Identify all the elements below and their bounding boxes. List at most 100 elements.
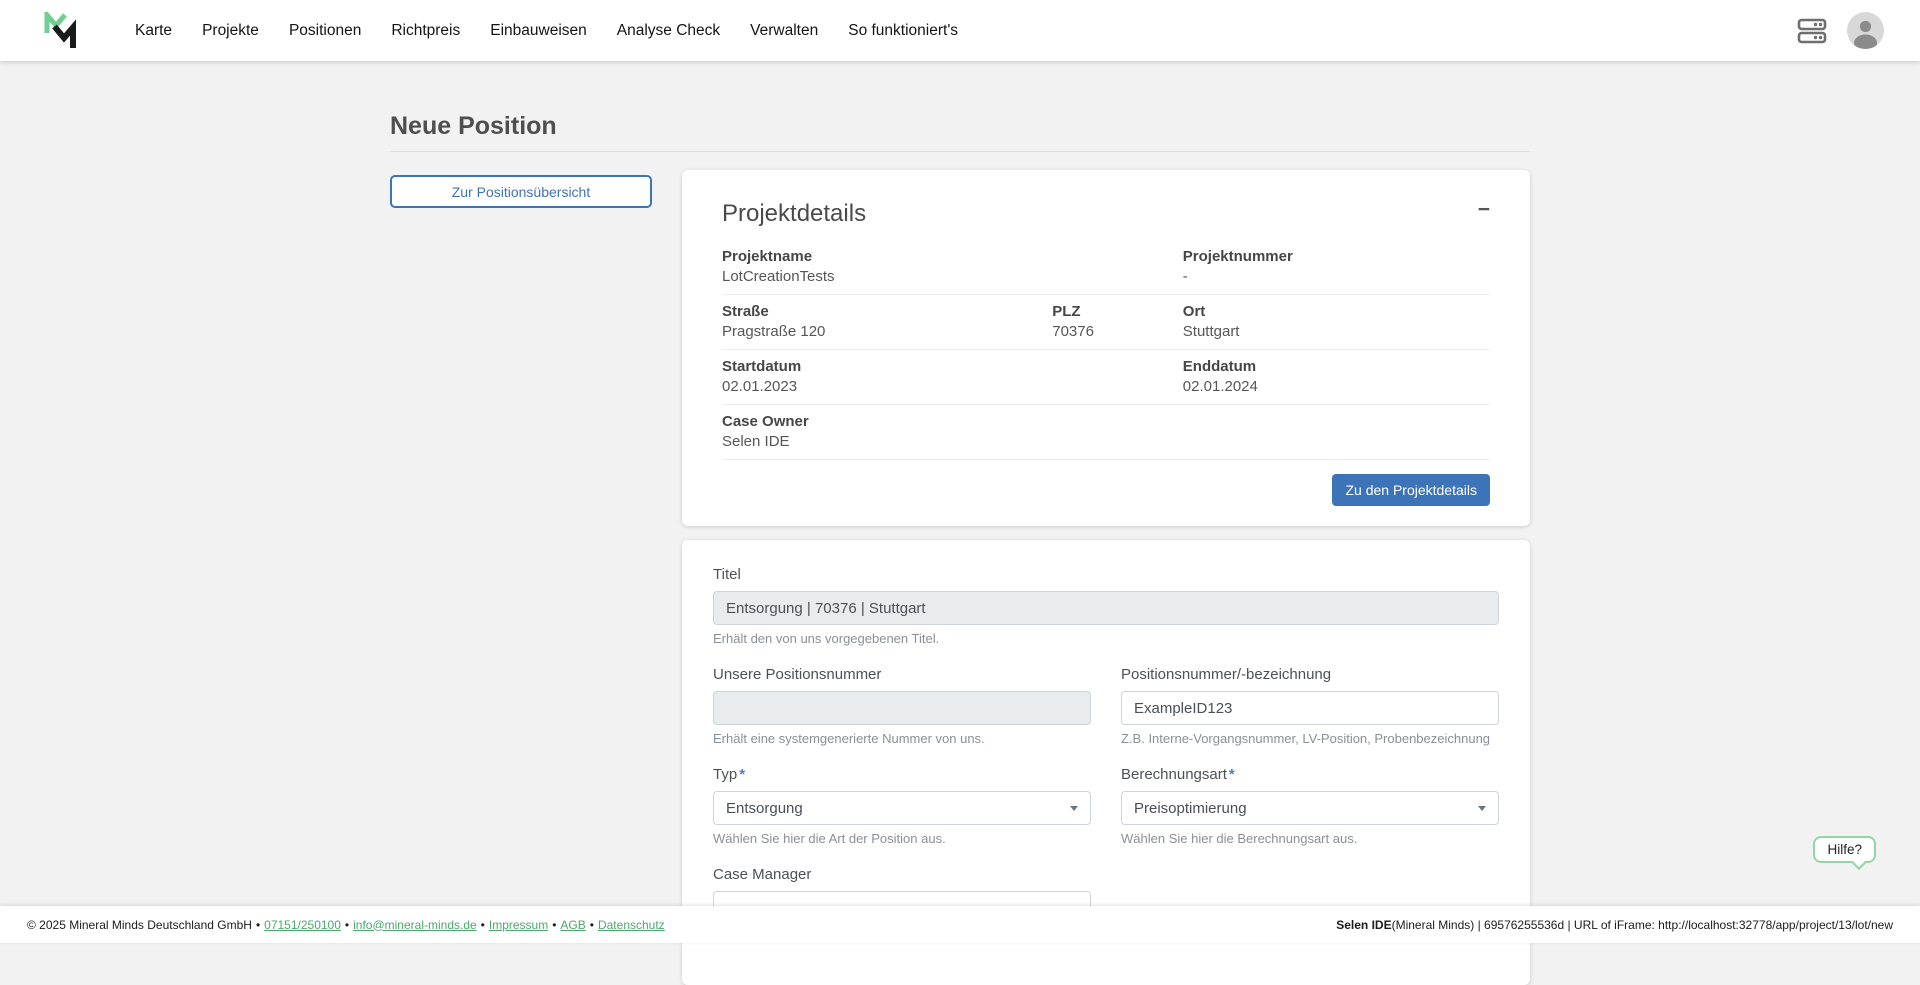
typ-field-group: Typ* Entsorgung Wählen Sie hier die Art … — [713, 766, 1091, 846]
projektname-cell: Projektname LotCreationTests — [722, 248, 1052, 285]
footer-separator: • — [256, 918, 260, 932]
title-divider — [390, 151, 1530, 152]
startdatum-cell: Startdatum 02.01.2023 — [722, 358, 1052, 395]
case-owner-label: Case Owner — [722, 413, 1052, 430]
footer-link-agb[interactable]: AGB — [560, 918, 585, 932]
strasse-cell: Straße Pragstraße 120 — [722, 303, 1052, 340]
table-row: Startdatum 02.01.2023 Enddatum 02.01.202… — [722, 349, 1490, 404]
positionsnummer-field-group: Positionsnummer/-bezeichnung Z.B. Intern… — [1121, 666, 1499, 746]
titel-helper-text: Erhält den von uns vorgegebenen Titel. — [713, 631, 1499, 646]
go-to-project-details-button[interactable]: Zu den Projektdetails — [1332, 474, 1490, 506]
footer-separator: • — [552, 918, 556, 932]
typ-selected-value: Entsorgung — [726, 800, 803, 817]
main-navigation: Karte Projekte Positionen Richtpreis Ein… — [120, 14, 973, 48]
plz-value: 70376 — [1052, 323, 1183, 340]
nav-item-so-funktionierts[interactable]: So funktioniert's — [833, 14, 973, 48]
berechnungsart-select[interactable]: Preisoptimierung — [1121, 791, 1499, 825]
titel-input — [713, 591, 1499, 625]
startdatum-value: 02.01.2023 — [722, 378, 1052, 395]
footer-link-impressum[interactable]: Impressum — [489, 918, 548, 932]
left-column: Zur Positionsübersicht — [390, 170, 652, 208]
footer: © 2025 Mineral Minds Deutschland GmbH • … — [0, 906, 1920, 943]
user-avatar-button[interactable] — [1847, 12, 1884, 49]
unsere-positionsnummer-helper-text: Erhält eine systemgenerierte Nummer von … — [713, 731, 1091, 746]
speech-bubble-tail — [1852, 856, 1866, 870]
footer-left: © 2025 Mineral Minds Deutschland GmbH • … — [27, 918, 665, 932]
session-user-name: Selen IDE — [1336, 918, 1391, 932]
nav-item-karte[interactable]: Karte — [120, 14, 187, 48]
table-row: Projektname LotCreationTests Projektnumm… — [722, 240, 1490, 294]
nav-item-verwalten[interactable]: Verwalten — [735, 14, 833, 48]
nav-item-positionen[interactable]: Positionen — [274, 14, 376, 48]
nav-item-einbauweisen[interactable]: Einbauweisen — [475, 14, 602, 48]
plz-cell: PLZ 70376 — [1052, 303, 1183, 340]
positionsnummer-label: Positionsnummer/-bezeichnung — [1121, 666, 1499, 683]
project-details-title: Projektdetails — [722, 200, 866, 228]
page-title: Neue Position — [390, 111, 1530, 141]
footer-separator: • — [481, 918, 485, 932]
enddatum-cell: Enddatum 02.01.2024 — [1183, 358, 1490, 395]
top-navbar: Karte Projekte Positionen Richtpreis Ein… — [0, 0, 1920, 61]
strasse-value: Pragstraße 120 — [722, 323, 1052, 340]
footer-link-email[interactable]: info@mineral-minds.de — [353, 918, 477, 932]
berechnungsart-helper-text: Wählen Sie hier die Berechnungsart aus. — [1121, 831, 1499, 846]
footer-separator: • — [345, 918, 349, 932]
user-avatar-icon — [1847, 12, 1884, 49]
positionsnummer-helper-text: Z.B. Interne-Vorgangsnummer, LV-Position… — [1121, 731, 1499, 746]
case-manager-label: Case Manager — [713, 866, 1499, 883]
ort-cell: Ort Stuttgart — [1183, 303, 1490, 340]
berechnungsart-field-group: Berechnungsart* Preisoptimierung Wählen … — [1121, 766, 1499, 846]
footer-separator: • — [590, 918, 594, 932]
typ-label: Typ — [713, 766, 737, 783]
main-content: Neue Position Zur Positionsübersicht Pro… — [390, 61, 1530, 985]
typ-select[interactable]: Entsorgung — [713, 791, 1091, 825]
projektnummer-value: - — [1183, 268, 1490, 285]
projektname-value: LotCreationTests — [722, 268, 1052, 285]
server-list-button[interactable] — [1797, 17, 1827, 45]
nav-item-projekte[interactable]: Projekte — [187, 14, 274, 48]
project-details-card: Projektdetails − Projektname LotCreation… — [682, 170, 1530, 526]
logo-mm-icon — [44, 12, 78, 50]
back-to-position-overview-button[interactable]: Zur Positionsübersicht — [390, 175, 652, 208]
enddatum-value: 02.01.2024 — [1183, 378, 1490, 395]
positionsnummer-input[interactable] — [1121, 691, 1499, 725]
required-asterisk: * — [739, 766, 745, 783]
help-button-label: Hilfe? — [1827, 842, 1862, 857]
unsere-positionsnummer-field-group: Unsere Positionsnummer Erhält eine syste… — [713, 666, 1091, 746]
titel-label: Titel — [713, 566, 1499, 583]
ort-label: Ort — [1183, 303, 1490, 320]
projektname-label: Projektname — [722, 248, 1052, 265]
projektnummer-cell: Projektnummer - — [1183, 248, 1490, 285]
berechnungsart-label: Berechnungsart — [1121, 766, 1227, 783]
table-row: Case Owner Selen IDE — [722, 404, 1490, 459]
collapse-card-button[interactable]: − — [1478, 200, 1490, 220]
nav-item-analyse-check[interactable]: Analyse Check — [602, 14, 735, 48]
right-column: Projektdetails − Projektname LotCreation… — [682, 170, 1530, 985]
session-details: (Mineral Minds) | 69576255536d | URL of … — [1392, 918, 1893, 932]
footer-link-phone[interactable]: 07151/250100 — [264, 918, 341, 932]
berechnungsart-selected-value: Preisoptimierung — [1134, 800, 1247, 817]
mineral-minds-logo[interactable] — [44, 12, 78, 50]
typ-helper-text: Wählen Sie hier die Art der Position aus… — [713, 831, 1091, 846]
table-row: Straße Pragstraße 120 PLZ 70376 Ort Stut… — [722, 294, 1490, 349]
chevron-down-icon — [1070, 806, 1078, 811]
required-asterisk: * — [1229, 766, 1235, 783]
chevron-down-icon — [1478, 806, 1486, 811]
projektnummer-label: Projektnummer — [1183, 248, 1490, 265]
startdatum-label: Startdatum — [722, 358, 1052, 375]
case-owner-value: Selen IDE — [722, 433, 1052, 450]
strasse-label: Straße — [722, 303, 1052, 320]
project-details-table: Projektname LotCreationTests Projektnumm… — [722, 240, 1490, 460]
copyright-text: © 2025 Mineral Minds Deutschland GmbH — [27, 918, 252, 932]
titel-field-group: Titel Erhält den von uns vorgegebenen Ti… — [713, 566, 1499, 646]
footer-link-datenschutz[interactable]: Datenschutz — [598, 918, 665, 932]
unsere-positionsnummer-input — [713, 691, 1091, 725]
plz-label: PLZ — [1052, 303, 1183, 320]
unsere-positionsnummer-label: Unsere Positionsnummer — [713, 666, 1091, 683]
help-button[interactable]: Hilfe? — [1813, 836, 1876, 863]
footer-session-info: Selen IDE (Mineral Minds) | 69576255536d… — [1336, 918, 1893, 932]
server-list-icon — [1797, 17, 1827, 45]
case-owner-cell: Case Owner Selen IDE — [722, 413, 1052, 450]
nav-item-richtpreis[interactable]: Richtpreis — [376, 14, 475, 48]
ort-value: Stuttgart — [1183, 323, 1490, 340]
